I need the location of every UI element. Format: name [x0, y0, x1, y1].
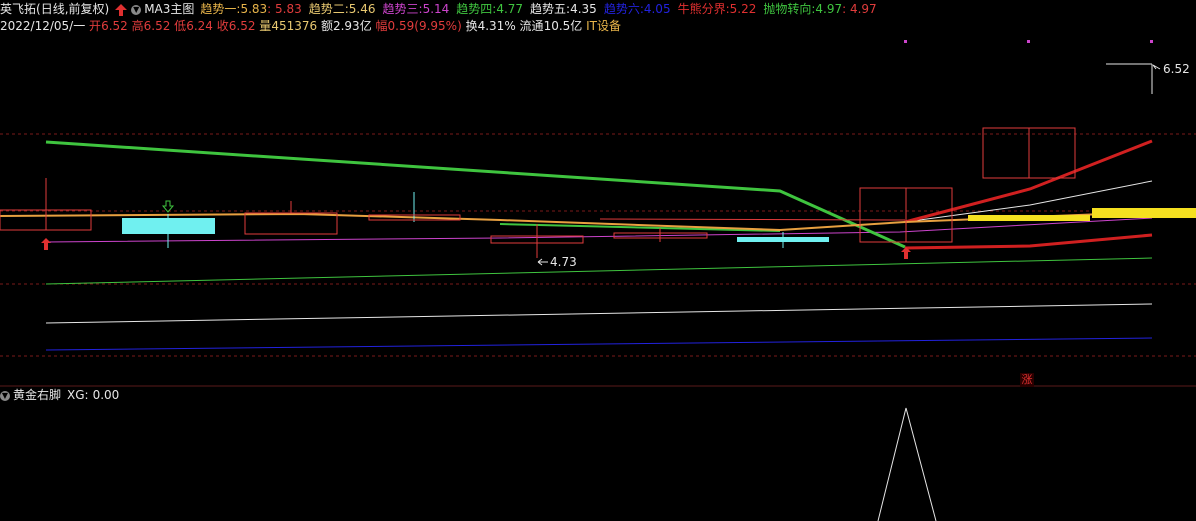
sub-indicator-header: ▼ 黄金右脚 XG: 0.00: [0, 389, 119, 402]
limit-up-badge: 涨: [1020, 373, 1034, 387]
xg-label: XG:: [67, 388, 89, 402]
sell-arrow-icon: [161, 200, 175, 213]
chevron-down-icon[interactable]: ▼: [0, 390, 10, 401]
sub-indicator-name[interactable]: 黄金右脚: [13, 389, 61, 402]
trend-line-six: [45, 337, 1153, 351]
yellow-bar-2: [1092, 208, 1196, 218]
buy-arrow-icon: [41, 238, 51, 250]
high-marker-arrow-icon: [1152, 64, 1161, 70]
candlestick-chart[interactable]: [0, 0, 1196, 521]
xg-value: 0.00: [92, 388, 120, 402]
trend-line-five: [45, 303, 1153, 324]
ma-line-flat: [599, 218, 906, 221]
candles: [0, 63, 1153, 258]
trend-line-four: [45, 257, 1153, 285]
xg-signal-line: [877, 407, 937, 521]
signal-dots: [904, 40, 1153, 43]
yellow-bar-1: [968, 215, 1090, 221]
low-price-label: 4.73: [550, 255, 577, 269]
high-price-label: 6.52: [1163, 62, 1190, 76]
